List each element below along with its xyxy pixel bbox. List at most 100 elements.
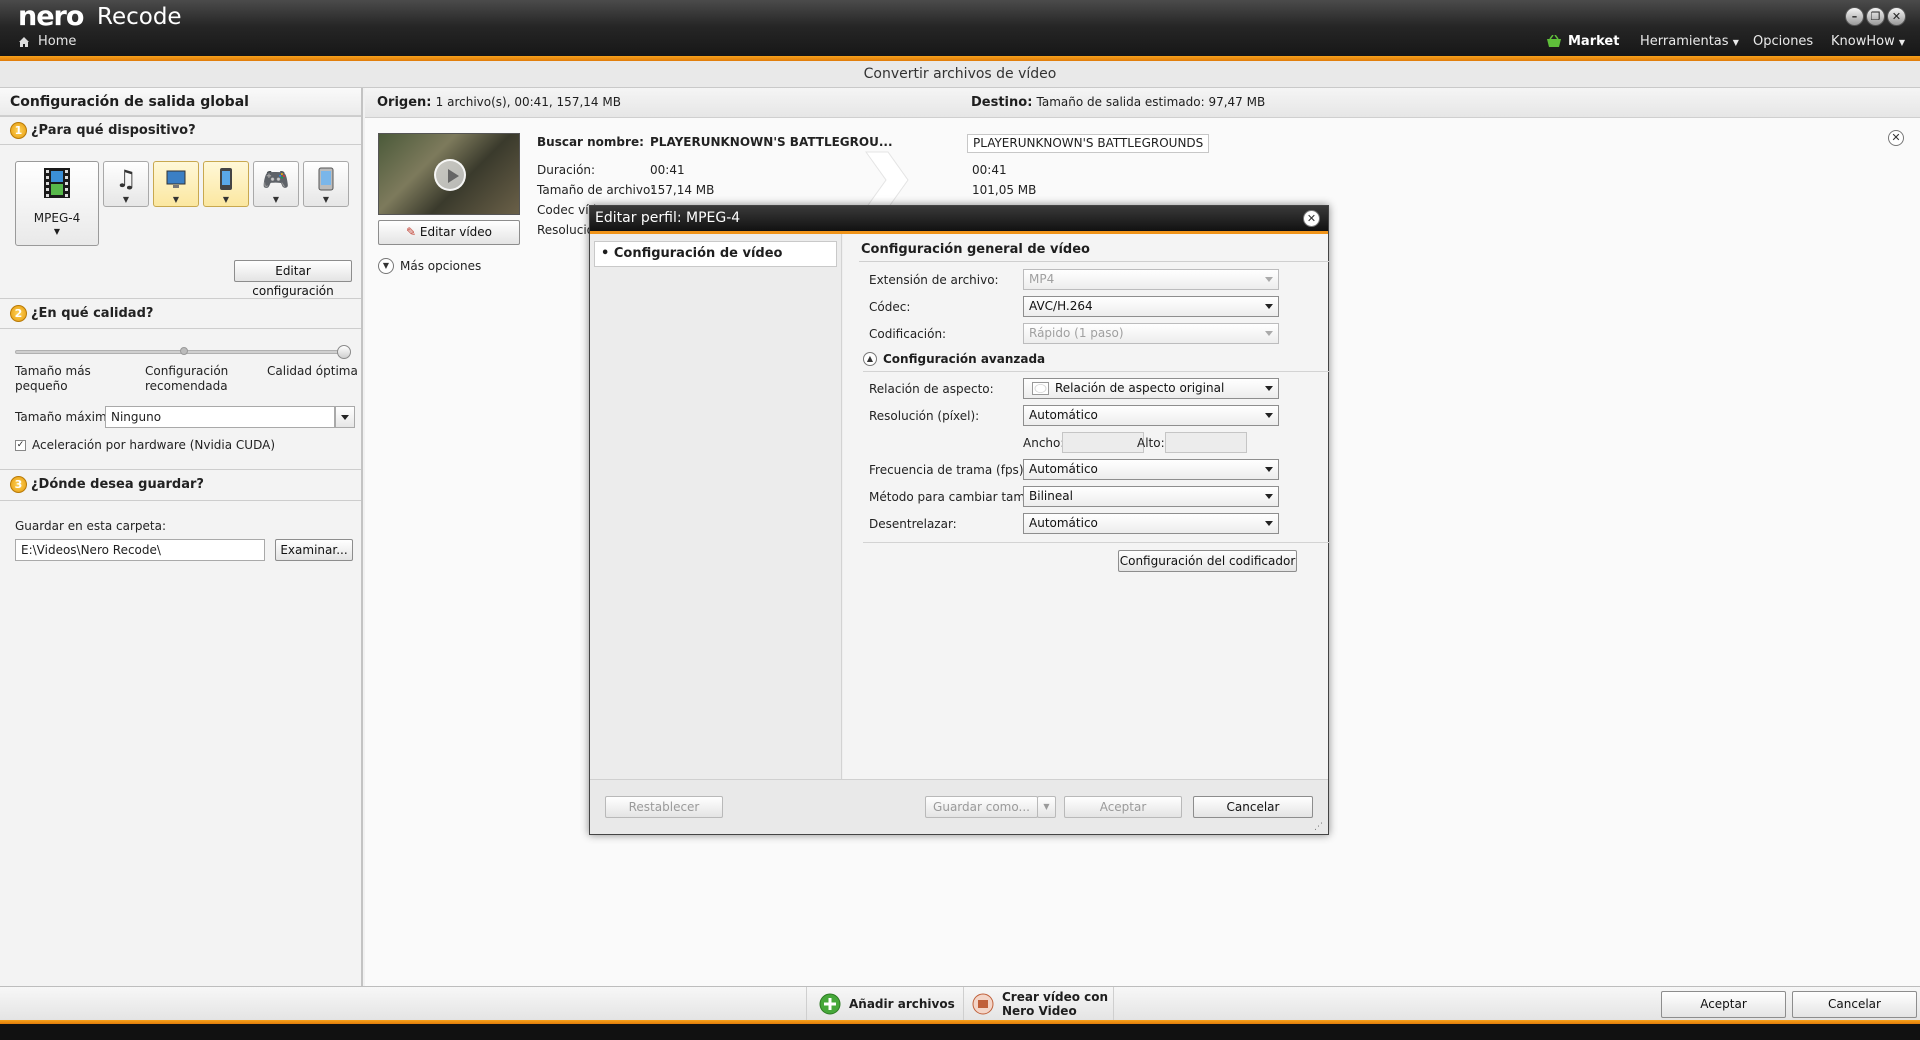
resize-value: Bilineal <box>1029 489 1073 503</box>
knowhow-menu[interactable]: KnowHow ▼ <box>1831 34 1905 49</box>
device-section-title: 1 ¿Para qué dispositivo? <box>10 122 196 139</box>
encoding-select[interactable]: Rápido (1 paso) <box>1023 323 1279 344</box>
origin-info: Origen: 1 archivo(s), 00:41, 157,14 MB <box>377 95 621 110</box>
smartphone-icon <box>220 168 232 190</box>
market-menu[interactable]: Market <box>1546 34 1619 49</box>
bottom-toolbar: Añadir archivos Crear vídeo con Nero Vid… <box>0 986 1920 1022</box>
file-ext-select[interactable]: MP4 <box>1023 269 1279 290</box>
close-button[interactable]: ✕ <box>1887 7 1906 26</box>
device-mpeg4-button[interactable]: MPEG-4 ▼ <box>15 161 99 246</box>
advanced-toggle[interactable]: ▲ Configuración avanzada <box>863 352 1045 366</box>
more-options-toggle[interactable]: ▼ Más opciones <box>378 258 481 274</box>
deinterlace-value: Automático <box>1029 516 1098 530</box>
nero-logo: nero <box>18 1 84 32</box>
device-phone-button[interactable]: ▼ <box>203 161 249 207</box>
file-ext-label: Extensión de archivo: <box>869 273 999 287</box>
dialog-footer: Restablecer Guardar como... ▼ Aceptar Ca… <box>590 779 1328 834</box>
nav-video-settings-label: Configuración de vídeo <box>613 246 783 261</box>
create-nero-video-button[interactable]: Crear vídeo con Nero Video <box>964 987 1114 1021</box>
dialog-accept-button[interactable]: Aceptar <box>1064 796 1182 818</box>
minimize-button[interactable]: – <box>1845 7 1864 26</box>
codec-label: Codec víd <box>537 203 597 217</box>
max-size-select[interactable]: Ninguno <box>105 406 335 428</box>
title-bar <box>0 0 1920 58</box>
tablet-icon <box>318 167 334 191</box>
codec-select[interactable]: AVC/H.264 <box>1023 296 1279 317</box>
chevron-down-icon: ▼ <box>122 195 130 204</box>
height-label: Alto: <box>1137 436 1165 450</box>
save-as-button[interactable]: Guardar como... <box>925 796 1038 818</box>
cancel-button[interactable]: Cancelar <box>1792 991 1917 1018</box>
resize-select[interactable]: Bilineal <box>1023 486 1279 507</box>
height-input[interactable] <box>1165 432 1247 453</box>
step-badge: 1 <box>10 122 27 139</box>
save-as-dropdown-button[interactable]: ▼ <box>1037 796 1056 818</box>
add-files-button[interactable]: Añadir archivos <box>806 987 964 1021</box>
tools-menu[interactable]: Herramientas ▼ <box>1640 34 1739 49</box>
output-size: 101,05 MB <box>972 183 1037 197</box>
quality-label-best: Calidad óptima <box>267 364 358 378</box>
accept-button[interactable]: Aceptar <box>1661 991 1786 1018</box>
restore-button[interactable]: ❐ <box>1866 7 1885 26</box>
aspect-value: Relación de aspecto original <box>1055 381 1225 395</box>
deinterlace-select[interactable]: Automático <box>1023 513 1279 534</box>
max-size-value: Ninguno <box>111 410 162 424</box>
save-section-title: 3 ¿Dónde desea guardar? <box>10 476 204 493</box>
nero-video-icon <box>972 993 994 1015</box>
device-audio-button[interactable]: ♫ ▼ <box>103 161 149 207</box>
dialog-cancel-button[interactable]: Cancelar <box>1193 796 1313 818</box>
resolution-value: Automático <box>1029 408 1098 422</box>
browse-button[interactable]: Examinar... <box>275 539 353 561</box>
chevron-down-icon <box>1265 277 1273 282</box>
edit-video-button[interactable]: ✎ Editar vídeo <box>378 220 520 245</box>
destination-label: Destino: <box>971 95 1033 110</box>
file-ext-value: MP4 <box>1029 272 1055 286</box>
duration-label: Duración: <box>537 163 596 177</box>
slider-midpoint <box>180 347 188 355</box>
add-icon <box>819 993 841 1015</box>
remove-item-icon[interactable]: ✕ <box>1888 130 1904 146</box>
folder-input[interactable]: E:\Videos\Nero Recode\ <box>15 539 265 561</box>
home-label: Home <box>38 34 77 49</box>
tools-label: Herramientas <box>1640 34 1729 49</box>
device-selected-label: MPEG-4 <box>33 211 81 225</box>
film-icon <box>44 168 70 198</box>
hw-accel-checkbox[interactable]: ✓ <box>15 440 26 451</box>
video-thumbnail[interactable] <box>378 133 520 215</box>
output-name-field[interactable]: PLAYERUNKNOWN'S BATTLEGROUNDS <box>967 134 1210 153</box>
width-label: Ancho: <box>1023 436 1065 450</box>
window-title: Convertir archivos de vídeo <box>0 61 1920 88</box>
quality-slider-knob[interactable] <box>337 345 351 359</box>
market-label: Market <box>1568 34 1620 49</box>
device-console-button[interactable]: 🎮 ▼ <box>253 161 299 207</box>
home-link[interactable]: Home <box>18 34 76 49</box>
encoding-label: Codificación: <box>869 327 947 341</box>
home-icon <box>19 36 29 47</box>
nav-video-settings[interactable]: • Configuración de vídeo <box>594 241 837 267</box>
gamepad-icon: 🎮 <box>262 168 290 193</box>
folder-value: E:\Videos\Nero Recode\ <box>21 543 161 557</box>
source-name-value: PLAYERUNKNOWN'S BATTLEGROU... <box>650 135 893 149</box>
device-tablet-button[interactable]: ▼ <box>303 161 349 207</box>
source-name-label: Buscar nombre: <box>537 135 644 149</box>
codec-label: Códec: <box>869 300 911 314</box>
max-size-dropdown-button[interactable] <box>335 406 355 428</box>
edit-settings-button[interactable]: Editar configuración <box>234 260 352 298</box>
chevron-down-icon <box>1265 467 1273 472</box>
resolution-select[interactable]: Automático <box>1023 405 1279 426</box>
options-menu[interactable]: Opciones <box>1753 34 1813 49</box>
aspect-select[interactable]: Relación de aspecto original <box>1023 378 1279 399</box>
chevron-up-icon: ▲ <box>863 352 877 366</box>
chevron-down-icon: ▼ <box>222 195 230 204</box>
chevron-down-icon: ▼ <box>172 195 180 204</box>
resize-grip-icon[interactable]: ⋰ <box>1314 822 1323 832</box>
chevron-down-icon <box>341 415 349 420</box>
device-tv-button[interactable]: ▼ <box>153 161 199 207</box>
encoder-settings-button[interactable]: Configuración del codificador <box>1118 550 1297 572</box>
chevron-down-icon: ▼ <box>322 195 330 204</box>
fps-select[interactable]: Automático <box>1023 459 1279 480</box>
width-input[interactable] <box>1062 432 1144 453</box>
dialog-close-icon[interactable]: ✕ <box>1303 210 1320 227</box>
duration-value: 00:41 <box>650 163 685 177</box>
reset-button[interactable]: Restablecer <box>605 796 723 818</box>
